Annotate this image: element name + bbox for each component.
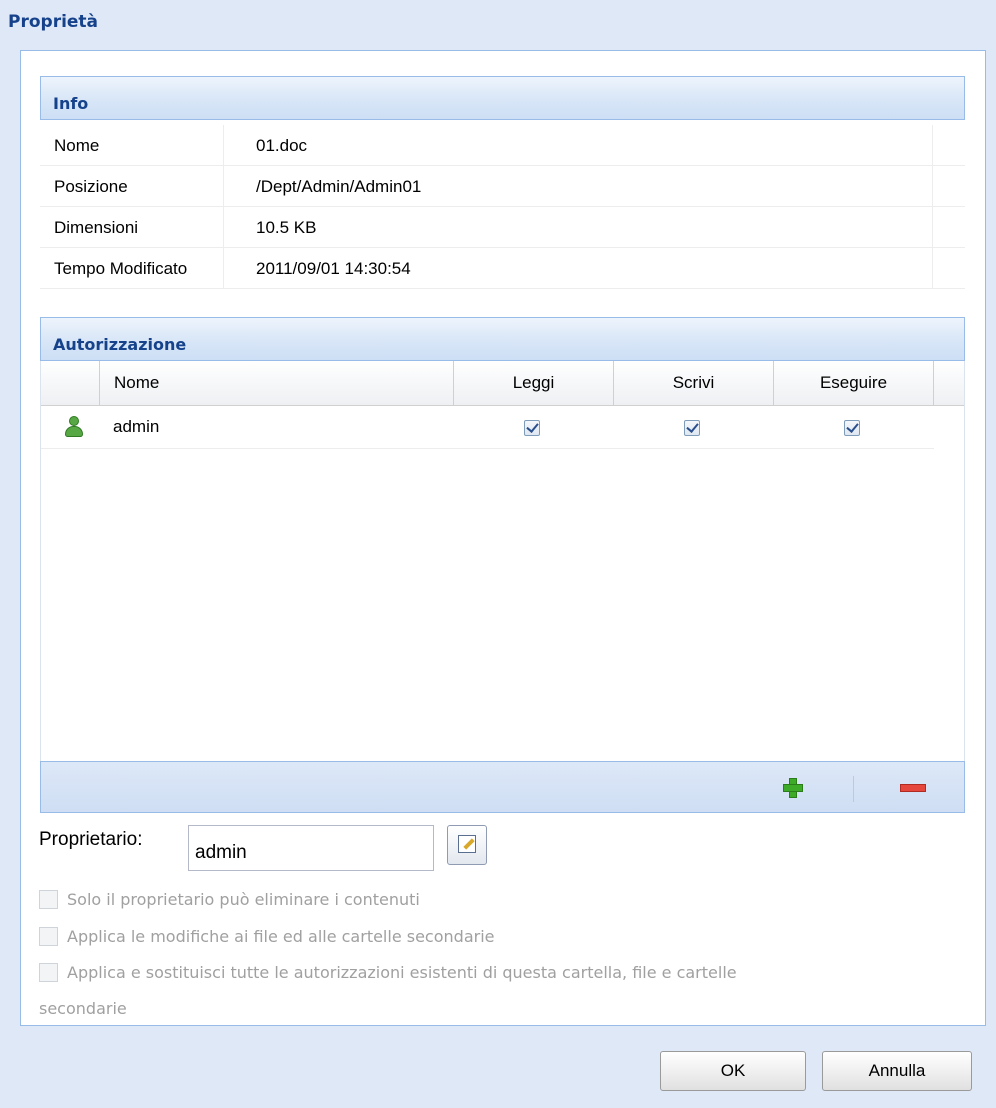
owner-label: Proprietario: [39,829,143,850]
info-row-position: Posizione /Dept/Admin/Admin01 [40,166,965,207]
info-value: 01.doc [256,136,308,155]
permission-user-name: admin [113,417,160,436]
info-column-divider [932,125,933,289]
toolbar-separator [853,776,854,802]
minus-icon[interactable] [900,784,926,792]
column-header-name-label: Nome [114,373,160,392]
info-column-divider [223,125,224,289]
info-panel-header: Info [40,76,965,120]
pencil-icon [458,835,476,853]
replace-all-option[interactable]: Applica e sostituisci tutte le autorizza… [39,963,737,982]
column-header-read[interactable]: Leggi [453,361,613,405]
owner-only-delete-checkbox[interactable] [39,890,58,909]
execute-checkbox[interactable] [844,420,860,436]
replace-all-checkbox[interactable] [39,963,58,982]
apply-subfolders-option[interactable]: Applica le modifiche ai file ed alle car… [39,927,494,946]
column-header-execute-label: Eseguire [819,373,888,392]
permissions-grid: Nome Leggi Scrivi Eseguire admin [40,361,965,761]
column-header-read-label: Leggi [512,373,555,392]
cancel-button[interactable]: Annulla [822,1051,972,1091]
column-header-write-label: Scrivi [672,373,715,392]
write-checkbox[interactable] [684,420,700,436]
info-label: Tempo Modificato [54,259,188,278]
column-header-spacer [933,361,964,405]
owner-only-delete-label: Solo il proprietario può eliminare i con… [67,890,420,909]
info-label: Dimensioni [54,218,139,237]
info-value: /Dept/Admin/Admin01 [256,177,422,196]
dialog-body: Info Nome 01.doc Posizione /Dept/Admin/A… [20,50,986,1026]
plus-icon[interactable] [781,776,805,800]
replace-all-label-continued: secondarie [39,999,127,1018]
info-panel-title: Info [53,94,89,113]
read-checkbox[interactable] [524,420,540,436]
dialog-title: Proprietà [8,12,99,32]
column-header-name[interactable]: Nome [99,361,453,405]
column-header-execute[interactable]: Eseguire [773,361,933,405]
permissions-toolbar [40,761,965,813]
owner-only-delete-option[interactable]: Solo il proprietario può eliminare i con… [39,890,420,909]
info-value: 10.5 KB [256,218,317,237]
info-label: Posizione [54,177,128,196]
owner-input[interactable] [188,825,434,871]
apply-subfolders-label: Applica le modifiche ai file ed alle car… [67,927,495,946]
user-icon [65,416,83,438]
permissions-panel-title: Autorizzazione [53,335,187,354]
info-table: Nome 01.doc Posizione /Dept/Admin/Admin0… [40,125,965,289]
info-row-size: Dimensioni 10.5 KB [40,207,965,248]
apply-subfolders-checkbox[interactable] [39,927,58,946]
edit-owner-button[interactable] [447,825,487,865]
info-row-modified: Tempo Modificato 2011/09/01 14:30:54 [40,248,965,289]
table-row[interactable]: admin [41,405,934,449]
info-label: Nome [54,136,100,155]
column-header-write[interactable]: Scrivi [613,361,773,405]
info-row-name: Nome 01.doc [40,125,965,166]
permissions-grid-header: Nome Leggi Scrivi Eseguire [41,361,964,406]
ok-button[interactable]: OK [660,1051,806,1091]
replace-all-label: Applica e sostituisci tutte le autorizza… [67,963,737,982]
permissions-panel-header: Autorizzazione [40,317,965,361]
info-value: 2011/09/01 14:30:54 [256,259,411,278]
